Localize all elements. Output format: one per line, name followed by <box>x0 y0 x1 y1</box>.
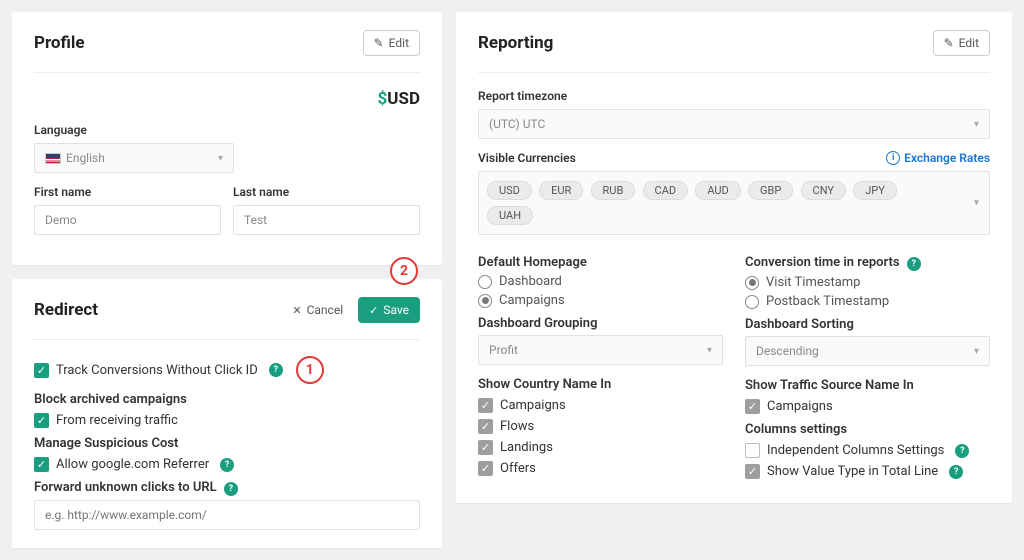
columns-settings-label: Columns settings <box>745 422 990 437</box>
currency-chip[interactable]: JPY <box>853 181 897 200</box>
chevron-down-icon: ▾ <box>974 119 979 130</box>
block-archived-section: Block archived campaigns <box>34 392 420 407</box>
reporting-edit-button[interactable]: ✎ Edit <box>933 30 990 56</box>
homepage-campaigns-radio[interactable] <box>478 294 492 308</box>
value-type-checkbox[interactable]: ✓ <box>745 464 760 479</box>
country-landings-checkbox[interactable]: ✓ <box>478 440 493 455</box>
firstname-label: First name <box>34 185 221 199</box>
language-label: Language <box>34 123 420 137</box>
dash-sort-label: Dashboard Sorting <box>745 317 990 332</box>
lastname-label: Last name <box>233 185 420 199</box>
profile-card: Profile ✎ Edit $USD Language English ▾ F <box>12 12 442 265</box>
dollar-icon: $ <box>378 89 388 109</box>
profile-edit-button[interactable]: ✎ Edit <box>363 30 420 56</box>
country-flows-checkbox[interactable]: ✓ <box>478 419 493 434</box>
annotation-badge-2: 2 <box>390 257 418 285</box>
cancel-button[interactable]: ✕ Cancel <box>281 297 354 323</box>
track-conversions-label: Track Conversions Without Click ID <box>56 363 258 378</box>
currency-chip[interactable]: EUR <box>539 181 583 200</box>
currencies-label: Visible Currencies i Exchange Rates <box>478 151 990 165</box>
firstname-input[interactable]: Demo <box>34 205 221 235</box>
currency-chip[interactable]: RUB <box>591 181 636 200</box>
country-name-label: Show Country Name In <box>478 377 723 392</box>
block-traffic-label: From receiving traffic <box>56 413 178 428</box>
currency-chip[interactable]: CAD <box>643 181 689 200</box>
currency-chip[interactable]: AUD <box>695 181 740 200</box>
forward-url-input[interactable] <box>34 500 420 530</box>
help-icon[interactable]: ? <box>955 444 969 458</box>
block-traffic-checkbox[interactable]: ✓ <box>34 413 49 428</box>
reporting-card: Reporting ✎ Edit Report timezone (UTC) U… <box>456 12 1012 503</box>
track-conversions-checkbox[interactable]: ✓ <box>34 363 49 378</box>
country-campaigns-checkbox[interactable]: ✓ <box>478 398 493 413</box>
help-icon[interactable]: ? <box>224 482 238 496</box>
traffic-name-label: Show Traffic Source Name In <box>745 378 990 393</box>
country-offers-checkbox[interactable]: ✓ <box>478 461 493 476</box>
suspicious-section: Manage Suspicious Cost <box>34 436 420 451</box>
conv-postback-radio[interactable] <box>745 295 759 309</box>
currencies-select[interactable]: USD EUR RUB CAD AUD GBP CNY JPY UAH ▾ <box>478 171 990 235</box>
profile-currency: $USD <box>34 89 420 109</box>
redirect-title: Redirect <box>34 300 98 320</box>
dash-group-select[interactable]: Profit ▾ <box>478 335 723 365</box>
dash-sort-select[interactable]: Descending ▾ <box>745 336 990 366</box>
chevron-down-icon: ▾ <box>974 346 979 357</box>
save-button[interactable]: ✓ Save <box>358 297 420 323</box>
traffic-campaigns-checkbox[interactable]: ✓ <box>745 399 760 414</box>
language-select[interactable]: English ▾ <box>34 143 234 173</box>
conv-visit-radio[interactable] <box>745 276 759 290</box>
chevron-down-icon: ▾ <box>707 345 712 356</box>
lastname-input[interactable]: Test <box>233 205 420 235</box>
pencil-icon: ✎ <box>944 36 954 50</box>
currency-chip[interactable]: UAH <box>487 206 533 225</box>
chevron-down-icon: ▾ <box>218 153 223 164</box>
forward-label: Forward unknown clicks to URL ? <box>34 480 420 496</box>
help-icon[interactable]: ? <box>907 257 921 271</box>
homepage-dashboard-radio[interactable] <box>478 275 492 289</box>
annotation-badge-1: 1 <box>296 356 324 384</box>
timezone-select[interactable]: (UTC) UTC ▾ <box>478 109 990 139</box>
reporting-title: Reporting <box>478 33 553 53</box>
currency-chip[interactable]: GBP <box>748 181 793 200</box>
help-icon[interactable]: ? <box>269 363 283 377</box>
redirect-card: 2 Redirect ✕ Cancel ✓ Save ✓ Track Con <box>12 279 442 548</box>
pencil-icon: ✎ <box>374 36 384 50</box>
exchange-rates-link[interactable]: i Exchange Rates <box>886 151 990 165</box>
allow-referrer-checkbox[interactable]: ✓ <box>34 457 49 472</box>
profile-title: Profile <box>34 33 85 53</box>
help-icon[interactable]: ? <box>949 465 963 479</box>
info-icon: i <box>886 151 900 165</box>
homepage-label: Default Homepage <box>478 255 723 270</box>
independent-columns-checkbox[interactable] <box>745 443 760 458</box>
timezone-label: Report timezone <box>478 89 990 103</box>
us-flag-icon <box>45 153 61 164</box>
conv-time-label: Conversion time in reports ? <box>745 255 990 271</box>
dash-group-label: Dashboard Grouping <box>478 316 723 331</box>
allow-referrer-label: Allow google.com Referrer <box>56 457 209 472</box>
currency-chip[interactable]: CNY <box>801 181 846 200</box>
help-icon[interactable]: ? <box>220 458 234 472</box>
currency-chip[interactable]: USD <box>487 181 532 200</box>
check-icon: ✓ <box>369 304 378 317</box>
close-icon: ✕ <box>292 304 301 317</box>
chevron-down-icon: ▾ <box>974 198 979 209</box>
